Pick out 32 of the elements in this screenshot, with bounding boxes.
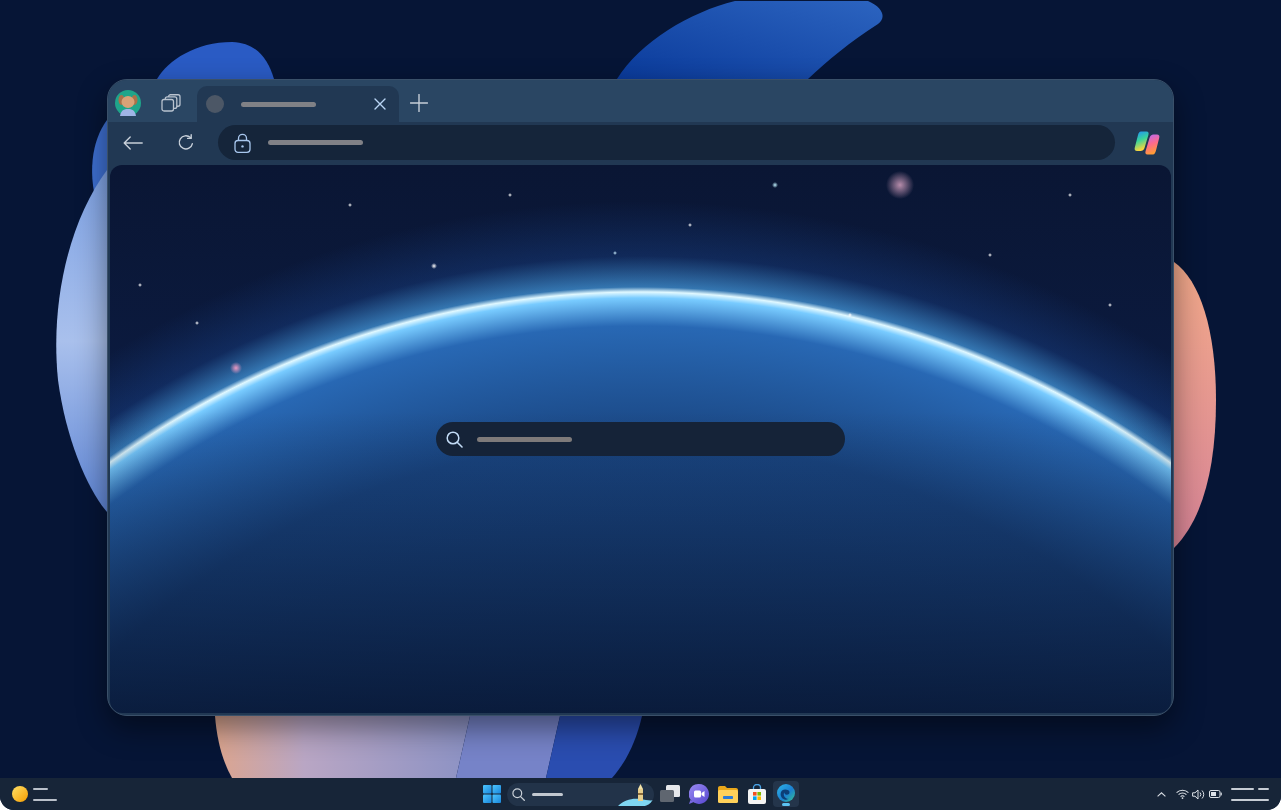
weather-sun-icon[interactable] (12, 786, 28, 802)
swirl-logo-icon (776, 783, 795, 802)
browser-app-button[interactable] (772, 781, 799, 807)
text-skeleton-icon (477, 436, 572, 442)
back-arrow-icon[interactable] (123, 135, 143, 150)
search-icon (446, 430, 463, 448)
avatar-icon[interactable] (115, 90, 141, 116)
battery-icon[interactable] (1209, 790, 1222, 798)
taskbar-search-field[interactable] (506, 782, 654, 806)
text-skeleton-icon (268, 140, 363, 145)
lock-icon[interactable] (234, 132, 251, 153)
chevron-up-icon[interactable] (1157, 791, 1166, 797)
task-view-icon (659, 785, 680, 803)
favicon-icon (206, 95, 224, 113)
video-chat-icon (688, 784, 709, 804)
lighthouse-icon (617, 783, 654, 806)
collections-icon[interactable] (161, 94, 181, 112)
search-icon (511, 787, 525, 801)
close-icon[interactable] (374, 98, 386, 110)
clock-skeleton-icon[interactable] (1231, 787, 1269, 801)
folder-icon (717, 785, 738, 803)
text-skeleton-icon (241, 101, 316, 107)
new-tab-plus-icon[interactable] (410, 94, 428, 112)
copilot-ribbon-icon[interactable] (1134, 130, 1160, 155)
search-field[interactable] (436, 422, 845, 456)
text-skeleton-icon (531, 792, 563, 796)
text-skeleton-icon (33, 787, 57, 801)
speaker-icon[interactable] (1192, 788, 1205, 800)
start-windows-icon[interactable] (482, 785, 501, 803)
refresh-icon[interactable] (177, 133, 195, 152)
shopping-bag-icon (746, 784, 767, 804)
wifi-icon[interactable] (1176, 789, 1189, 799)
